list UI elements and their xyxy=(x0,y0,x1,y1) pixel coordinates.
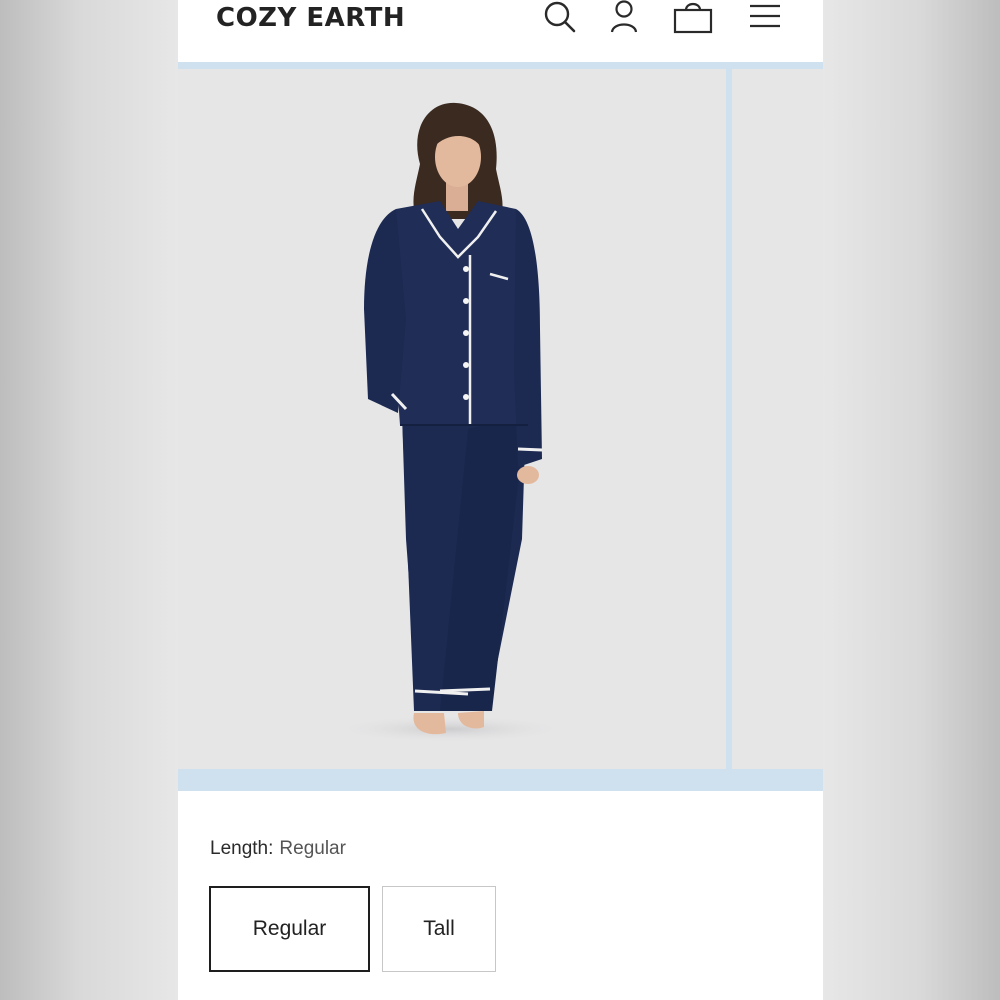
brand-logo[interactable]: COZY EARTH xyxy=(216,0,405,36)
model-wearing-pajamas-image xyxy=(330,102,570,743)
phone-screen: COZY EARTH Length: Regular Regular Tall xyxy=(178,0,823,1000)
menu-icon[interactable] xyxy=(749,0,781,34)
length-option-regular-label: Regular xyxy=(252,917,327,940)
bag-icon[interactable] xyxy=(673,0,713,34)
product-image-carousel[interactable] xyxy=(178,69,823,769)
next-product-photo[interactable] xyxy=(732,69,823,769)
length-option-regular[interactable]: Regular xyxy=(209,886,370,972)
length-option-tall[interactable]: Tall xyxy=(382,886,496,972)
site-header: COZY EARTH xyxy=(178,0,823,69)
length-option-tall-label: Tall xyxy=(423,917,455,940)
product-photo[interactable] xyxy=(178,69,726,769)
length-selector-label: Length: Regular xyxy=(210,838,346,860)
length-selected-value: Regular xyxy=(279,838,346,859)
length-label: Length: xyxy=(210,838,274,859)
account-icon[interactable] xyxy=(609,0,639,34)
search-icon[interactable] xyxy=(543,0,577,34)
carousel-bottom-bar xyxy=(178,769,823,791)
